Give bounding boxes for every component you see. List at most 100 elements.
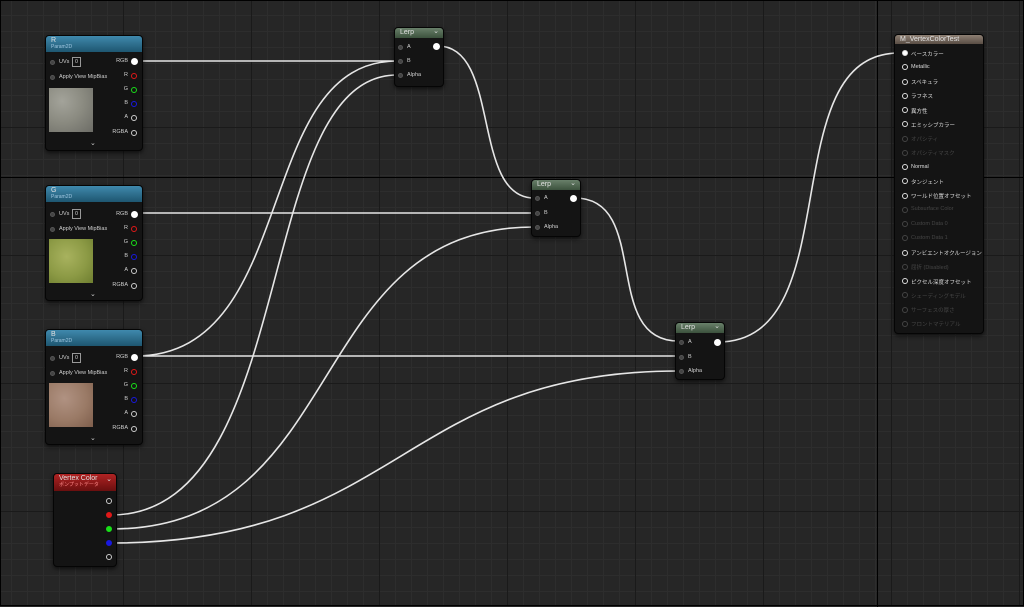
material-input-pin[interactable]: [902, 178, 908, 185]
input-pin-a[interactable]: [398, 45, 403, 50]
material-input-pin[interactable]: [902, 107, 908, 113]
input-pin-b[interactable]: [398, 59, 403, 64]
node-header[interactable]: Lerp ⌄: [532, 180, 580, 190]
input-pin-alpha[interactable]: [679, 369, 684, 374]
input-pin-a[interactable]: [679, 340, 684, 345]
output-pin-rgb[interactable]: [106, 498, 112, 504]
mipbias-label: Apply View MipBias: [59, 226, 108, 232]
material-input-pin[interactable]: [902, 306, 908, 313]
uvs-input-pin[interactable]: [50, 356, 55, 361]
material-input-label: フロントマテリアル: [911, 322, 961, 329]
material-result-node[interactable]: M_VertexColorTest ベースカラー Metallic スペキュラ ラフネ…: [894, 34, 984, 334]
texture-thumbnail: [49, 88, 93, 132]
material-graph-canvas[interactable]: R Param2D UVs 0 Apply View MipBias RGB R …: [0, 0, 1024, 607]
output-pin-r[interactable]: [106, 512, 112, 518]
output-pin-b[interactable]: [131, 254, 137, 260]
output-pin[interactable]: [570, 195, 577, 202]
output-label-rgba: RGBA: [112, 282, 128, 288]
wire-vc-g-to-lerp2-alpha: [110, 226, 535, 530]
output-pin-a[interactable]: [131, 268, 137, 274]
chevron-down-icon[interactable]: ⌄: [570, 180, 576, 188]
node-header[interactable]: M_VertexColorTest: [895, 35, 983, 44]
material-input-pin[interactable]: [902, 92, 908, 99]
output-pin-rgba[interactable]: [131, 283, 137, 289]
output-pin-rgb[interactable]: [131, 58, 138, 65]
output-pin-g[interactable]: [131, 240, 137, 246]
node-header[interactable]: G Param2D: [46, 186, 142, 202]
chevron-down-icon[interactable]: ⌄: [433, 28, 439, 36]
material-input-pin[interactable]: [902, 121, 908, 128]
output-pin-g[interactable]: [131, 383, 137, 389]
vertex-color-node[interactable]: Vertex Color ポンプットデータ ⌄: [53, 473, 117, 567]
uvs-value-field[interactable]: 0: [72, 209, 81, 219]
mipbias-input-pin[interactable]: [50, 371, 55, 376]
output-pin-a[interactable]: [131, 411, 137, 417]
mipbias-input-pin[interactable]: [50, 75, 55, 80]
material-input-pin[interactable]: [902, 164, 908, 170]
material-input-pin[interactable]: [902, 206, 908, 213]
material-input-pin[interactable]: [902, 50, 908, 56]
material-input-pin[interactable]: [902, 263, 908, 270]
input-label-alpha: Alpha: [688, 368, 703, 374]
node-title: Lerp: [400, 29, 415, 36]
expand-chevron-icon[interactable]: ⌄: [90, 290, 96, 298]
uvs-value-field[interactable]: 0: [72, 57, 81, 67]
material-input-label: タンジェント: [911, 179, 945, 186]
chevron-down-icon[interactable]: ⌄: [714, 323, 720, 331]
output-pin-rgb[interactable]: [131, 354, 138, 361]
output-pin-g[interactable]: [106, 526, 112, 532]
input-pin-alpha[interactable]: [398, 73, 403, 78]
node-header[interactable]: Lerp ⌄: [395, 28, 443, 38]
texture-sample-node-r[interactable]: R Param2D UVs 0 Apply View MipBias RGB R …: [45, 35, 143, 151]
material-input-label: Metallic: [911, 63, 930, 70]
node-header[interactable]: R Param2D: [46, 36, 142, 52]
material-input-pin[interactable]: [902, 221, 908, 227]
material-input-pin[interactable]: [902, 249, 908, 256]
material-input-pin[interactable]: [902, 278, 908, 284]
material-input-pin[interactable]: [902, 320, 908, 327]
texture-sample-node-g[interactable]: G Param2D UVs 0 Apply View MipBias RGB R …: [45, 185, 143, 301]
expand-chevron-icon[interactable]: ⌄: [90, 139, 96, 147]
uvs-input-pin[interactable]: [50, 60, 55, 65]
output-pin[interactable]: [714, 339, 721, 346]
output-pin-rgb[interactable]: [131, 211, 138, 218]
lerp-node-3[interactable]: Lerp ⌄ A B Alpha: [675, 322, 725, 380]
material-input-pin[interactable]: [902, 149, 908, 156]
material-input-pin[interactable]: [902, 64, 908, 71]
input-pin-alpha[interactable]: [535, 225, 540, 230]
input-pin-b[interactable]: [679, 355, 684, 360]
expand-chevron-icon[interactable]: ⌄: [90, 434, 96, 442]
material-input-pin[interactable]: [902, 292, 908, 299]
input-label-alpha: Alpha: [544, 224, 559, 230]
mipbias-input-pin[interactable]: [50, 227, 55, 232]
output-pin-r[interactable]: [131, 226, 137, 232]
output-pin-rgba[interactable]: [131, 426, 137, 432]
input-pin-b[interactable]: [535, 211, 540, 216]
chevron-down-icon[interactable]: ⌄: [106, 476, 112, 483]
output-pin-a[interactable]: [131, 115, 137, 121]
output-pin-a[interactable]: [106, 554, 112, 560]
wire-lerp3-to-material-basecolor: [717, 52, 900, 343]
output-pin-b[interactable]: [106, 540, 112, 546]
material-input-pin[interactable]: [902, 192, 908, 199]
uvs-input-pin[interactable]: [50, 212, 55, 217]
lerp-node-1[interactable]: Lerp ⌄ A B Alpha: [394, 27, 444, 87]
node-header[interactable]: Vertex Color ポンプットデータ ⌄: [54, 474, 116, 491]
lerp-node-2[interactable]: Lerp ⌄ A B Alpha: [531, 179, 581, 237]
uvs-value-field[interactable]: 0: [72, 353, 81, 363]
output-pin-g[interactable]: [131, 87, 137, 93]
output-pin[interactable]: [433, 43, 440, 50]
material-input-pin[interactable]: [902, 235, 908, 242]
node-header[interactable]: Lerp ⌄: [676, 323, 724, 333]
material-input-pin[interactable]: [902, 78, 908, 85]
output-pin-rgba[interactable]: [131, 130, 137, 136]
node-title: Lerp: [537, 181, 552, 188]
output-pin-r[interactable]: [131, 369, 137, 375]
output-pin-r[interactable]: [131, 73, 137, 79]
material-input-pin[interactable]: [902, 135, 908, 142]
output-pin-b[interactable]: [131, 101, 137, 107]
output-pin-b[interactable]: [131, 397, 137, 403]
node-header[interactable]: B Param2D: [46, 330, 142, 346]
texture-sample-node-b[interactable]: B Param2D UVs 0 Apply View MipBias RGB R …: [45, 329, 143, 445]
input-pin-a[interactable]: [535, 196, 540, 201]
